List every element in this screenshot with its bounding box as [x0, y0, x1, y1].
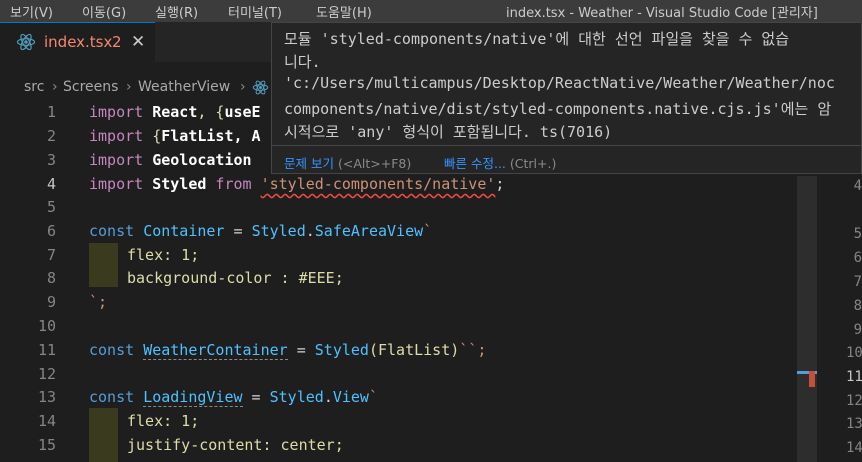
code-line-6: const Container = Styled.SafeAreaView` [89, 222, 433, 240]
code-line-3: import Geolocation [89, 151, 252, 169]
module-path-string: 'styled-components/native' [260, 175, 496, 193]
line-number: 15 [37, 436, 56, 454]
code-line-8: background-color : #EEE; [127, 269, 344, 287]
minimap-line-number: 7 [853, 274, 862, 290]
quick-fix-link[interactable]: 빠른 수정... (Ctrl+.) [444, 153, 556, 172]
code-line-7: flex: 1; [127, 246, 200, 264]
menu-view[interactable]: 보기(V) [10, 2, 53, 21]
chevron-right-icon: › [240, 79, 246, 95]
minimap-line-number: 4 [853, 178, 862, 194]
line-number: 7 [46, 246, 56, 264]
react-icon [252, 80, 269, 95]
overview-ruler[interactable] [797, 176, 817, 462]
menu-terminal[interactable]: 터미널(T) [228, 2, 282, 21]
close-icon[interactable]: ✕ [131, 32, 145, 52]
minimap-line-number: 12 [846, 393, 862, 409]
line-number: 6 [46, 222, 56, 240]
code-line-9: `; [89, 293, 108, 311]
minimap-line-number: 5 [853, 226, 862, 242]
indent-guide [89, 408, 118, 462]
breadcrumb-src[interactable]: src [24, 79, 44, 95]
minimap-line-number: 10 [846, 345, 862, 361]
chevron-right-icon: › [126, 79, 132, 95]
line-number: 1 [46, 103, 56, 121]
minimap-line-number: 8 [853, 298, 862, 314]
line-number: 14 [37, 412, 56, 430]
menu-run[interactable]: 실행(R) [155, 2, 198, 21]
hover-message-line: 니다. [284, 53, 321, 71]
line-number: 3 [46, 151, 56, 169]
code-line-14: flex: 1; [127, 412, 200, 430]
line-number: 10 [37, 317, 56, 335]
tab-index-tsx[interactable]: index.tsx 2 ✕ [0, 22, 155, 62]
line-number: 5 [46, 198, 56, 216]
hover-message-line: components/native/dist/styled-components… [284, 100, 832, 118]
view-problem-link[interactable]: 문제 보기 (<Alt>+F8) [284, 153, 411, 172]
code-line-11: const WeatherContainer = Styled(FlatList… [89, 341, 487, 360]
minimap-line-number: 14 [846, 440, 862, 456]
hover-tooltip: 모듈 'styled-components/native'에 대한 선언 파일을… [271, 22, 862, 174]
hover-message-line: 'c:/Users/multicampus/Desktop/ReactNativ… [284, 74, 835, 92]
menu-help[interactable]: 도움말(H) [316, 2, 372, 21]
react-icon [16, 33, 36, 51]
code-line-1: import React, {useE [89, 103, 261, 121]
breadcrumb-screens[interactable]: Screens [63, 79, 118, 95]
line-number: 4 [46, 175, 56, 193]
breadcrumb-weatherview[interactable]: WeatherView [138, 79, 230, 95]
problem-count-badge: 2 [112, 33, 122, 51]
code-line-4: import Styled from 'styled-components/na… [89, 175, 505, 193]
minimap-line-number: 13 [846, 416, 862, 432]
indent-guide [89, 243, 118, 287]
line-number: 11 [37, 341, 56, 359]
line-number: 12 [37, 365, 56, 383]
chevron-right-icon: › [52, 79, 58, 95]
line-number: 13 [37, 388, 56, 406]
line-number: 8 [46, 269, 56, 287]
tab-label: index.tsx [44, 33, 113, 51]
overview-ruler-error-mark [809, 371, 815, 387]
line-number: 9 [46, 293, 56, 311]
line-number: 2 [46, 127, 56, 145]
menu-go[interactable]: 이동(G) [82, 2, 126, 21]
code-line-13: const LoadingView = Styled.View` [89, 388, 378, 407]
code-line-2: import {FlatList, A [89, 127, 261, 145]
window-title: index.tsx - Weather - Visual Studio Code… [506, 6, 818, 21]
hover-message-line: 시적으로 'any' 형식이 포함됩니다. ts(7016) [284, 123, 613, 141]
hover-divider [272, 145, 861, 146]
minimap-line-number: 9 [853, 322, 862, 338]
minimap-line-number: 11 [846, 369, 862, 385]
code-line-15: justify-content: center; [127, 436, 344, 454]
menu-bar: 보기(V) 이동(G) 실행(R) 터미널(T) 도움말(H) index.ts… [0, 0, 862, 22]
minimap-line-number: 6 [853, 250, 862, 266]
hover-message-line: 모듈 'styled-components/native'에 대한 선언 파일을… [284, 30, 790, 48]
